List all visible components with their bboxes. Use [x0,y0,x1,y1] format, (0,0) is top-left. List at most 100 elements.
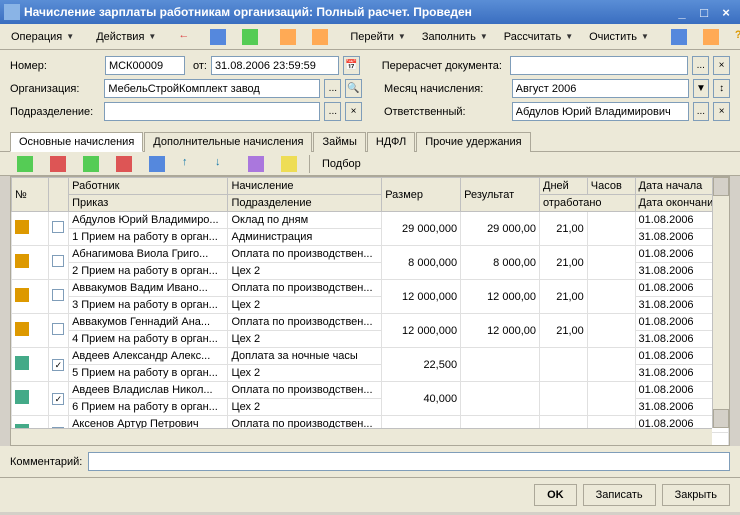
recalc-clear-button[interactable]: × [713,56,730,75]
cell-accrual[interactable]: Оплата по производствен... [228,314,382,331]
recalc-input[interactable] [510,56,688,75]
refresh-button[interactable] [235,26,265,48]
date-picker-button[interactable]: 📅 [343,56,360,75]
cell-worker[interactable]: Абдулов Юрий Владимиро... [69,212,228,229]
dept-clear-button[interactable]: × [345,102,362,121]
row-checkbox[interactable] [52,255,64,267]
table-row[interactable]: Абнагимова Виола Григо... Оплата по прои… [12,246,729,263]
cell-days[interactable]: 21,00 [540,212,588,246]
cell-worker[interactable]: Авдеев Александр Алекс... [69,348,228,365]
resp-select-button[interactable]: ... [693,102,710,121]
cell-order[interactable]: 2 Прием на работу в орган... [69,263,228,280]
move-up-button[interactable]: ↑ [175,153,205,175]
cell-size[interactable]: 12 000,000 [382,280,461,314]
edit-row-button[interactable] [76,153,106,175]
col-result[interactable]: Результат [461,178,540,212]
help-button[interactable]: ? [728,26,740,48]
cell-worker[interactable]: Авдеев Владислав Никол... [69,382,228,399]
table-row[interactable]: Аввакумов Вадим Ивано... Оплата по произ… [12,280,729,297]
cell-days[interactable] [540,382,588,416]
close-window-button[interactable]: Закрыть [662,484,730,506]
cell-accrual[interactable]: Оплата по производствен... [228,382,382,399]
close-button[interactable]: × [716,3,736,21]
cell-hours[interactable] [587,280,635,314]
delete-row-button[interactable] [43,153,73,175]
col-dept[interactable]: Подразделение [228,195,382,212]
cell-size[interactable]: 12 000,000 [382,314,461,348]
vertical-scrollbar[interactable] [712,177,729,428]
cell-order[interactable]: 1 Прием на работу в орган... [69,229,228,246]
col-days[interactable]: Дней [540,178,588,195]
cell-dept[interactable]: Администрация [228,229,382,246]
props-button[interactable] [142,153,172,175]
cell-result[interactable]: 12 000,00 [461,280,540,314]
add-row-button[interactable] [10,153,40,175]
filter-button[interactable] [274,153,304,175]
cell-days[interactable] [540,348,588,382]
dept-input[interactable] [104,102,320,121]
cell-hours[interactable] [587,348,635,382]
dept-select-button[interactable]: ... [324,102,341,121]
cell-size[interactable]: 8 000,000 [382,246,461,280]
table-row[interactable]: Аввакумов Геннадий Ана... Оплата по прои… [12,314,729,331]
move-down-button[interactable]: ↓ [208,153,238,175]
selection-button[interactable]: Подбор [315,155,368,173]
settings-button[interactable] [696,26,726,48]
cell-size[interactable]: 22,500 [382,348,461,382]
table-row[interactable]: Абдулов Юрий Владимиро... Оклад по дням … [12,212,729,229]
col-order[interactable]: Приказ [69,195,228,212]
cell-accrual[interactable]: Доплата за ночные часы [228,348,382,365]
row-checkbox[interactable]: ✓ [52,393,64,405]
cell-dept[interactable]: Цех 2 [228,331,382,348]
cell-days[interactable]: 21,00 [540,280,588,314]
month-input[interactable] [512,79,689,98]
tab-additional-accruals[interactable]: Дополнительные начисления [144,132,312,152]
col-accrual[interactable]: Начисление [228,178,382,195]
col-worked[interactable]: отработано [540,195,636,212]
cell-worker[interactable]: Абнагимова Виола Григо... [69,246,228,263]
cell-days[interactable]: 21,00 [540,246,588,280]
tab-other-deductions[interactable]: Прочие удержания [416,132,530,152]
org-input[interactable] [104,79,320,98]
number-input[interactable] [105,56,185,75]
col-check[interactable] [49,178,69,212]
back-button[interactable]: ← [171,26,201,48]
cell-order[interactable]: 4 Прием на работу в орган... [69,331,228,348]
row-checkbox[interactable] [52,289,64,301]
unpost-button[interactable] [305,26,335,48]
save-button[interactable]: Записать [583,484,656,506]
table-row[interactable]: ✓ Авдеев Владислав Никол... Оплата по пр… [12,382,729,399]
copy-row-button[interactable] [109,153,139,175]
resp-clear-button[interactable]: × [713,102,730,121]
minimize-button[interactable]: _ [672,3,692,21]
horizontal-scrollbar[interactable] [11,428,712,445]
row-checkbox[interactable]: ✓ [52,359,64,371]
calc-menu[interactable]: Рассчитать▼ [497,28,580,46]
cell-accrual[interactable]: Оплата по производствен... [228,280,382,297]
cell-order[interactable]: 3 Прием на работу в орган... [69,297,228,314]
actions-menu[interactable]: Действия▼ [89,28,163,46]
goto-menu[interactable]: Перейти▼ [343,28,413,46]
resp-input[interactable] [512,102,689,121]
structure-button[interactable] [203,26,233,48]
operation-menu[interactable]: Операция▼ [4,28,81,46]
month-stepper-button[interactable]: ↕ [713,79,730,98]
month-dropdown-button[interactable]: ▼ [693,79,710,98]
cell-result[interactable]: 29 000,00 [461,212,540,246]
cell-hours[interactable] [587,212,635,246]
cell-dept[interactable]: Цех 2 [228,263,382,280]
cell-result[interactable] [461,348,540,382]
cell-size[interactable]: 40,000 [382,382,461,416]
tab-ndfl[interactable]: НДФЛ [367,132,415,152]
ok-button[interactable]: OK [534,484,577,506]
tab-loans[interactable]: Займы [313,132,365,152]
row-checkbox[interactable] [52,323,64,335]
cell-size[interactable]: 29 000,000 [382,212,461,246]
col-n[interactable]: № [12,178,49,212]
cell-hours[interactable] [587,382,635,416]
cell-hours[interactable] [587,246,635,280]
col-size[interactable]: Размер [382,178,461,212]
cell-order[interactable]: 5 Прием на работу в орган... [69,365,228,382]
org-select-button[interactable]: ... [324,79,341,98]
cell-order[interactable]: 6 Прием на работу в орган... [69,399,228,416]
